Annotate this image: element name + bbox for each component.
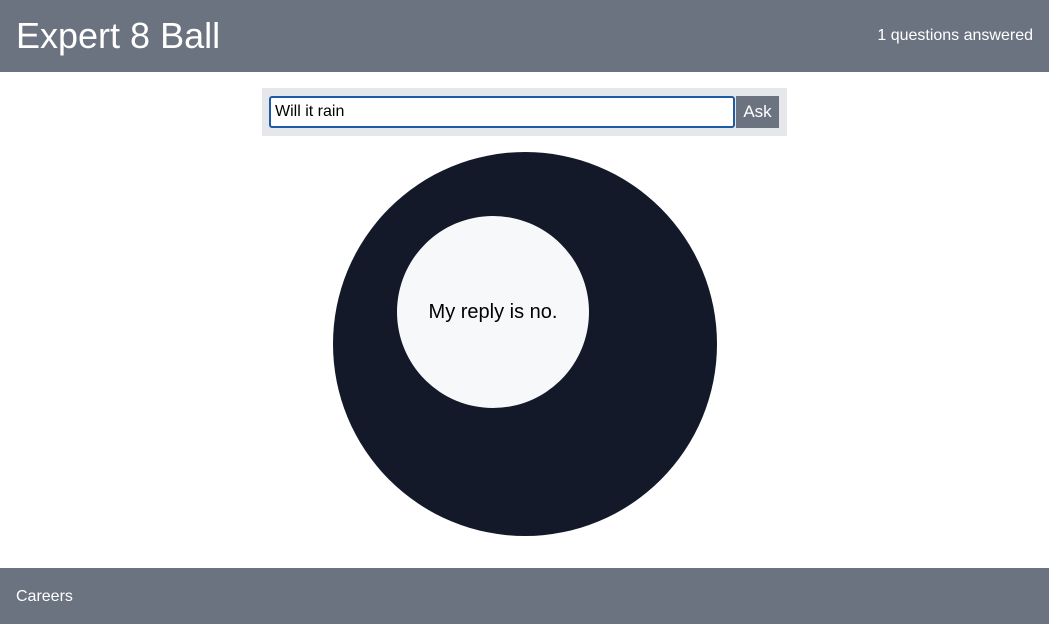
answer-window: My reply is no. — [397, 216, 589, 408]
careers-link[interactable]: Careers — [16, 587, 73, 607]
app-header: Expert 8 Ball 1 questions answered — [0, 0, 1049, 72]
app-footer: Careers — [0, 568, 1049, 624]
answer-text: My reply is no. — [428, 300, 558, 323]
eight-ball: My reply is no. — [333, 152, 717, 536]
questions-answered-counter: 1 questions answered — [877, 27, 1033, 44]
app-title: Expert 8 Ball — [16, 15, 221, 56]
ask-button[interactable]: Ask — [736, 96, 779, 128]
ask-form — [262, 88, 787, 136]
question-input[interactable] — [269, 96, 735, 128]
